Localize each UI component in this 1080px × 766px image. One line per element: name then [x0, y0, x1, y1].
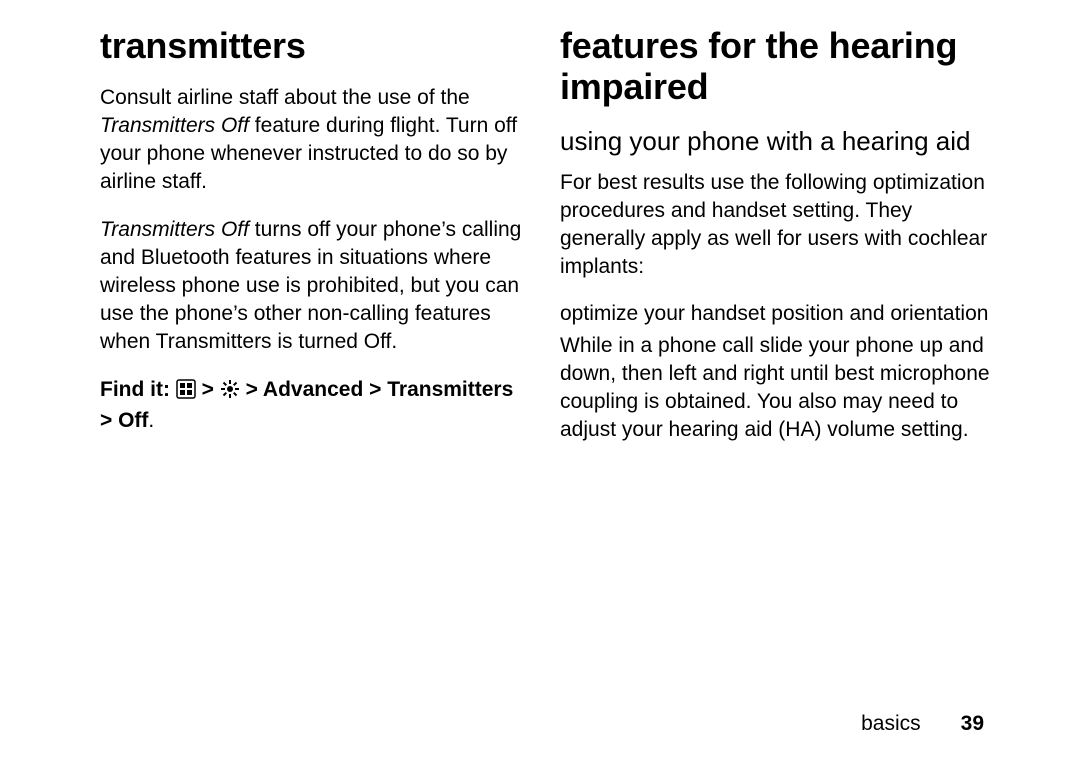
- para1-part-a: Consult airline staff about the use of t…: [100, 86, 470, 109]
- subheading-optimize-position: optimize your handset position and orien…: [560, 301, 990, 326]
- para2-feature-name: Transmitters Off: [100, 218, 249, 241]
- find-it-label: Find it:: [100, 378, 176, 401]
- manual-page: transmitters Consult airline staff about…: [0, 0, 1080, 766]
- menu-icon: [176, 379, 196, 407]
- footer-section-name: basics: [861, 712, 921, 736]
- para1-feature-name: Transmitters Off: [100, 114, 249, 137]
- paragraph-optimize-position: While in a phone call slide your phone u…: [560, 332, 990, 444]
- page-footer: basics 39: [861, 712, 990, 736]
- heading-transmitters: transmitters: [100, 25, 530, 66]
- footer-page-number: 39: [961, 712, 984, 736]
- subheading-hearing-aid: using your phone with a hearing aid: [560, 126, 990, 157]
- right-column: features for the hearing impaired using …: [560, 25, 990, 464]
- find-it-dot: .: [148, 409, 154, 432]
- settings-icon: [220, 379, 240, 407]
- two-column-layout: transmitters Consult airline staff about…: [100, 25, 990, 464]
- left-column: transmitters Consult airline staff about…: [100, 25, 530, 464]
- paragraph-airline-note: Consult airline staff about the use of t…: [100, 84, 530, 196]
- paragraph-hearing-aid-intro: For best results use the following optim…: [560, 169, 990, 281]
- heading-hearing-impaired-features: features for the hearing impaired: [560, 25, 990, 108]
- find-it-line: Find it: > > Advanced > Transmitters > O…: [100, 376, 530, 435]
- paragraph-transmitters-off-desc: Transmitters Off turns off your phone’s …: [100, 216, 530, 356]
- find-it-sep1: >: [202, 378, 220, 401]
